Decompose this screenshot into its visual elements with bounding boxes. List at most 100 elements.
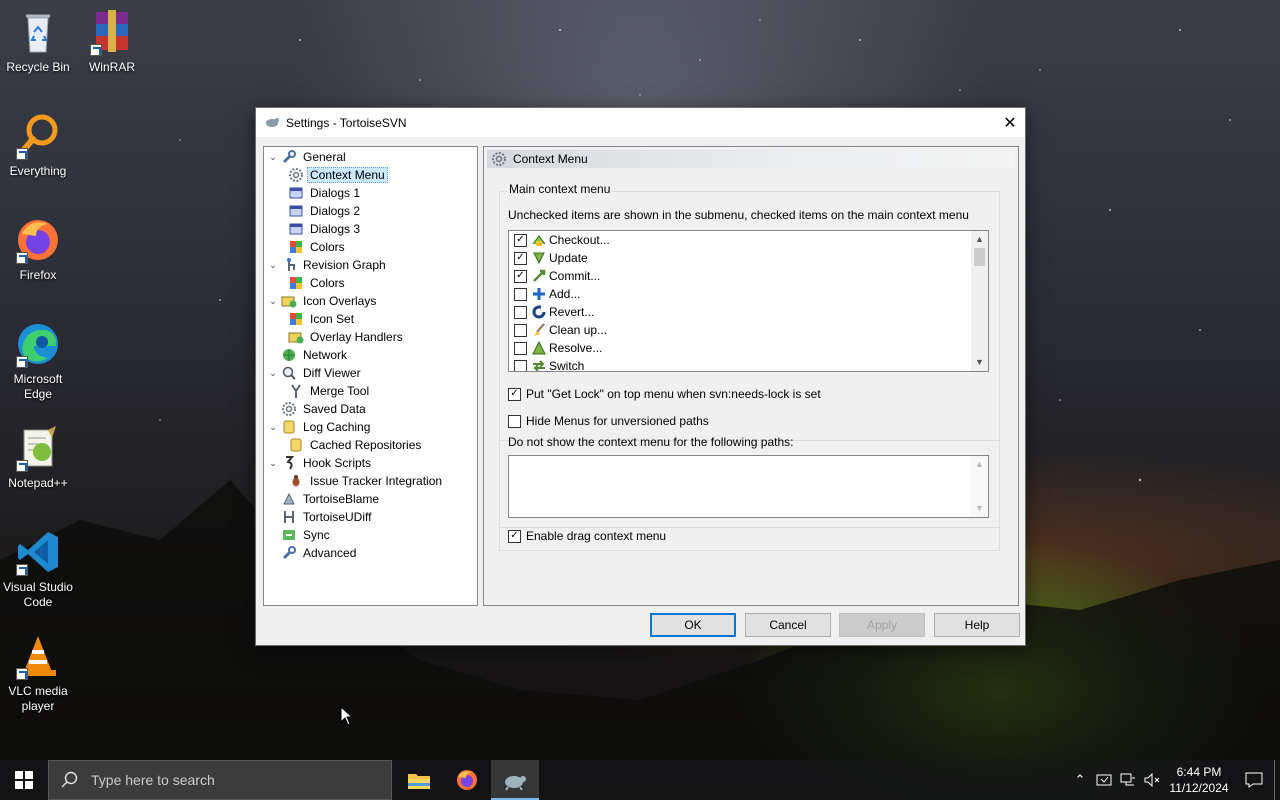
desktop-icon-edge[interactable]: Microsoft Edge: [0, 320, 76, 402]
list-item[interactable]: ✓ Commit...: [509, 267, 988, 285]
tree-item[interactable]: Context Menu: [286, 166, 388, 184]
tree-item[interactable]: ⌄ Revision Graph: [267, 256, 389, 274]
list-item-checkbox[interactable]: [514, 305, 527, 319]
list-item-checkbox[interactable]: [514, 287, 527, 301]
security-icon[interactable]: [1092, 760, 1116, 800]
list-item[interactable]: Resolve...: [509, 339, 988, 357]
list-item[interactable]: Add...: [509, 285, 988, 303]
desktop-icon-vlc[interactable]: VLC media player: [0, 632, 76, 714]
ok-button[interactable]: OK: [650, 613, 736, 637]
desktop-icon-everything[interactable]: Everything: [0, 112, 76, 179]
tree-item[interactable]: ⌄ General: [267, 148, 349, 166]
tree-item[interactable]: Sync: [267, 526, 333, 544]
tree-item[interactable]: ⌄ Diff Viewer: [267, 364, 364, 382]
exclude-paths-textarea[interactable]: ▲ ▼: [508, 455, 989, 518]
drag-menu-option[interactable]: ✓ Enable drag context menu: [508, 529, 666, 543]
windows-icon: [15, 771, 33, 789]
hide-menus-checkbox[interactable]: [508, 414, 521, 428]
volume-muted-icon[interactable]: [1140, 760, 1164, 800]
list-scrollbar[interactable]: ▲ ▼: [971, 231, 988, 371]
commit-icon: [531, 268, 547, 284]
desktop-icon-vscode[interactable]: Visual Studio Code: [0, 528, 76, 610]
taskbar-firefox[interactable]: [443, 760, 491, 800]
chevron-down-icon[interactable]: ⌄: [267, 152, 279, 163]
scroll-down-icon[interactable]: ▼: [971, 354, 988, 371]
scroll-up-icon[interactable]: ▲: [971, 231, 988, 248]
list-item-label: Revert...: [549, 305, 595, 319]
desktop-icon-label: Firefox: [19, 268, 57, 282]
list-item[interactable]: Switch: [509, 357, 988, 371]
help-button[interactable]: Help: [934, 613, 1020, 637]
search-icon: [61, 771, 78, 788]
tree-item[interactable]: ⌄ Log Caching: [267, 418, 373, 436]
chevron-down-icon[interactable]: ⌄: [267, 458, 279, 469]
show-desktop-button[interactable]: [1274, 760, 1280, 800]
list-item-checkbox[interactable]: ✓: [514, 233, 527, 247]
chevron-down-icon[interactable]: ⌄: [267, 422, 279, 433]
tree-item-label: Colors: [310, 276, 345, 290]
list-item-checkbox[interactable]: ✓: [514, 251, 527, 265]
taskbar-search-box[interactable]: Type here to search: [48, 760, 392, 800]
tree-item[interactable]: ⌄ Icon Overlays: [267, 292, 379, 310]
get-lock-option[interactable]: ✓ Put "Get Lock" on top menu when svn:ne…: [508, 387, 821, 401]
chevron-up-icon[interactable]: ⌃: [1068, 760, 1092, 800]
close-icon[interactable]: ✕: [995, 108, 1025, 137]
textarea-scrollbar[interactable]: ▲ ▼: [971, 456, 988, 517]
scroll-up-icon[interactable]: ▲: [971, 456, 988, 473]
desktop-icon-recycle-bin[interactable]: Recycle Bin: [0, 8, 76, 75]
list-item[interactable]: Revert...: [509, 303, 988, 321]
desktop-icon-winrar[interactable]: WinRAR: [74, 8, 150, 75]
tree-item[interactable]: Advanced: [267, 544, 359, 562]
taskbar-file-explorer[interactable]: [395, 760, 443, 800]
tree-item[interactable]: Cached Repositories: [286, 436, 424, 454]
drag-menu-checkbox[interactable]: ✓: [508, 529, 521, 543]
tree-item-label: Diff Viewer: [303, 366, 361, 380]
tree-item[interactable]: Saved Data: [267, 400, 369, 418]
list-item-checkbox[interactable]: [514, 359, 527, 371]
get-lock-checkbox[interactable]: ✓: [508, 387, 521, 401]
tree-item[interactable]: Issue Tracker Integration: [286, 472, 445, 490]
tree-item[interactable]: Dialogs 2: [286, 202, 363, 220]
network-icon[interactable]: [1116, 760, 1140, 800]
context-menu-items-list[interactable]: ✓ Checkout... ✓ Update ✓ Commit... Add... Rever…: [508, 230, 989, 372]
list-item-checkbox[interactable]: [514, 323, 527, 337]
scroll-thumb[interactable]: [974, 248, 985, 266]
chevron-down-icon[interactable]: ⌄: [267, 368, 279, 379]
list-item[interactable]: ✓ Checkout...: [509, 231, 988, 249]
list-item-label: Clean up...: [549, 323, 608, 337]
tree-item[interactable]: Dialogs 1: [286, 184, 363, 202]
list-item[interactable]: ✓ Update: [509, 249, 988, 267]
apply-button[interactable]: Apply: [839, 613, 925, 637]
chevron-down-icon[interactable]: ⌄: [267, 260, 279, 271]
list-item-checkbox[interactable]: ✓: [514, 269, 527, 283]
start-button[interactable]: [0, 760, 48, 800]
taskbar-clock[interactable]: 6:44 PM 11/12/2024: [1164, 764, 1234, 796]
tree-item[interactable]: Overlay Handlers: [286, 328, 406, 346]
list-item[interactable]: Clean up...: [509, 321, 988, 339]
tree-item[interactable]: ⌄ Hook Scripts: [267, 454, 374, 472]
recycle-bin-icon: [14, 8, 62, 56]
tree-item-label: Cached Repositories: [310, 438, 422, 452]
desktop-icon-notepadpp[interactable]: Notepad++: [0, 424, 76, 491]
list-item-checkbox[interactable]: [514, 341, 527, 355]
hide-menus-option[interactable]: Hide Menus for unversioned paths: [508, 414, 709, 428]
tree-item[interactable]: Colors: [286, 274, 348, 292]
tree-item[interactable]: TortoiseUDiff: [267, 508, 374, 526]
tree-item[interactable]: Colors: [286, 238, 348, 256]
tree-item-label: TortoiseUDiff: [303, 510, 372, 524]
tree-item[interactable]: Network: [267, 346, 350, 364]
settings-tree[interactable]: ⌄ General Context Menu Dialogs 1 Dialogs 2 Di…: [263, 146, 478, 606]
edge-icon: [14, 320, 62, 368]
chevron-down-icon[interactable]: ⌄: [267, 296, 279, 307]
taskbar-tortoisesvn[interactable]: [491, 760, 539, 800]
tree-item[interactable]: Merge Tool: [286, 382, 372, 400]
scroll-down-icon[interactable]: ▼: [971, 500, 988, 517]
cancel-button[interactable]: Cancel: [745, 613, 831, 637]
tree-item[interactable]: Icon Set: [286, 310, 357, 328]
notification-icon[interactable]: [1234, 772, 1274, 788]
tree-item[interactable]: Dialogs 3: [286, 220, 363, 238]
mouse-cursor-icon: [340, 706, 354, 726]
tree-item[interactable]: TortoiseBlame: [267, 490, 382, 508]
dialog-titlebar[interactable]: Settings - TortoiseSVN ✕: [256, 108, 1025, 137]
desktop-icon-firefox[interactable]: Firefox: [0, 216, 76, 283]
